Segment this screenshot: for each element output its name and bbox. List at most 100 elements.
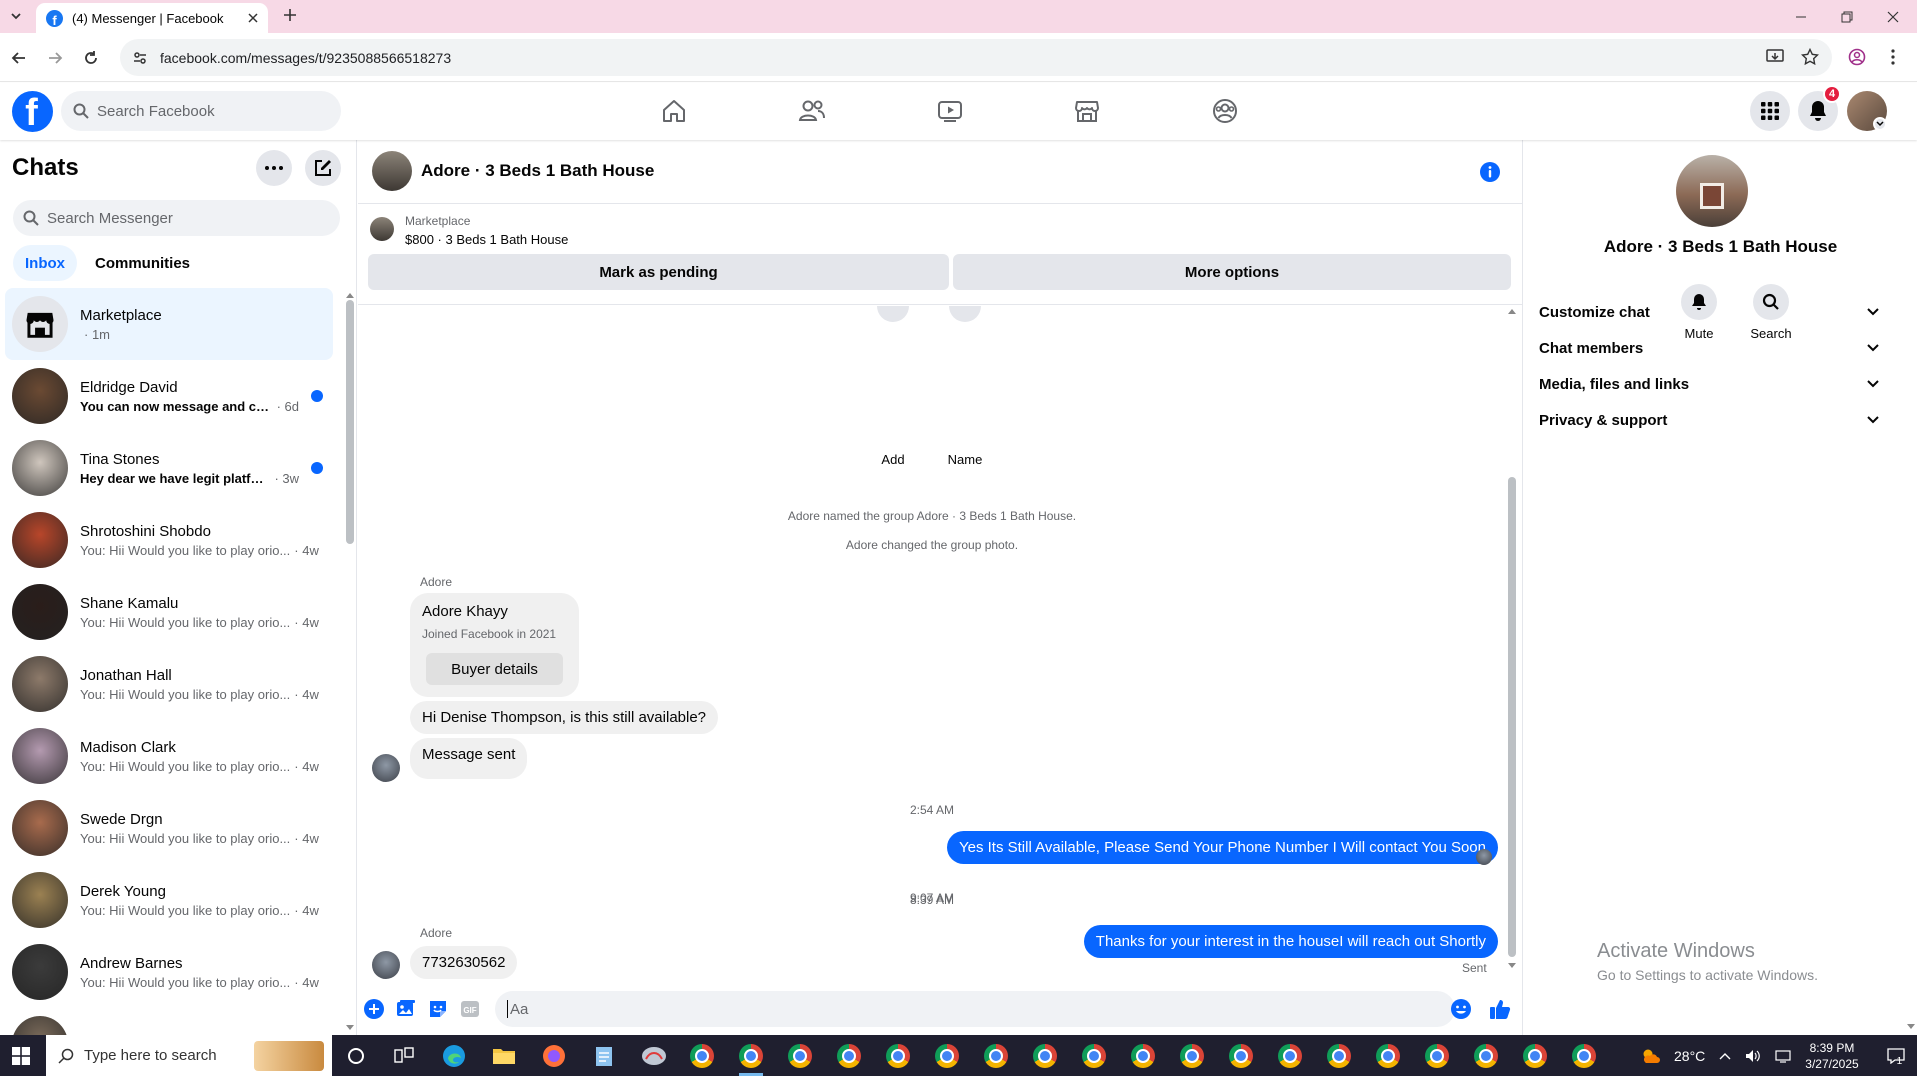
temperature[interactable]: 28°C bbox=[1674, 1048, 1705, 1064]
chrome-icon[interactable] bbox=[780, 1039, 820, 1073]
task-view-multi-icon[interactable] bbox=[384, 1039, 424, 1073]
chrome-icon[interactable] bbox=[1221, 1039, 1261, 1073]
chat-list-item[interactable]: Andrew Barnes You: Hii Would you like to … bbox=[5, 936, 333, 1008]
chat-list-item[interactable]: Madison Clark You: Hii Would you like to … bbox=[5, 720, 333, 792]
listing-title[interactable]: $800 · 3 Beds 1 Bath House bbox=[405, 232, 568, 247]
chrome-icon[interactable] bbox=[682, 1039, 722, 1073]
video-nav-icon[interactable] bbox=[922, 91, 978, 131]
chrome-icon[interactable] bbox=[1319, 1039, 1359, 1073]
weather-icon[interactable] bbox=[1640, 1047, 1660, 1065]
chrome-icon[interactable] bbox=[1417, 1039, 1457, 1073]
file-explorer-icon[interactable] bbox=[484, 1039, 524, 1073]
chrome-icon[interactable] bbox=[1123, 1039, 1163, 1073]
app-icon[interactable] bbox=[634, 1039, 674, 1073]
account-chevron-icon[interactable] bbox=[1873, 117, 1887, 131]
install-app-icon[interactable] bbox=[1766, 49, 1784, 65]
chrome-icon[interactable] bbox=[878, 1039, 918, 1073]
chat-list-item[interactable]: Derek Young You: Hii Would you like to pl… bbox=[5, 864, 333, 936]
taskbar-search-box[interactable]: Type here to search bbox=[46, 1035, 332, 1076]
mark-as-pending-button[interactable]: Mark as pending bbox=[368, 254, 949, 290]
name-group-label[interactable]: Name bbox=[933, 452, 997, 467]
emoji-icon[interactable] bbox=[1450, 998, 1472, 1020]
filter-communities[interactable]: Communities bbox=[83, 245, 202, 281]
profile-icon[interactable] bbox=[1848, 48, 1866, 66]
chat-list-item[interactable]: Jonathan Hall You: Hii Would you like to … bbox=[5, 648, 333, 720]
buyer-details-button[interactable]: Buyer details bbox=[426, 653, 563, 685]
address-bar[interactable]: facebook.com/messages/t/9235088566518273 bbox=[120, 39, 1832, 76]
messenger-search-input[interactable]: Search Messenger bbox=[13, 200, 340, 236]
chrome-icon[interactable] bbox=[829, 1039, 869, 1073]
info-section-chat-members[interactable]: Chat members bbox=[1539, 328, 1889, 368]
edge-icon[interactable] bbox=[434, 1039, 474, 1073]
site-info-icon[interactable] bbox=[132, 50, 148, 66]
attach-photo-icon[interactable] bbox=[396, 999, 416, 1019]
chrome-icon[interactable] bbox=[1172, 1039, 1212, 1073]
message-sent-bubble[interactable]: Message sent bbox=[410, 738, 528, 779]
name-group-icon[interactable] bbox=[949, 306, 981, 322]
chat-options-button[interactable] bbox=[256, 150, 292, 186]
browser-menu-icon[interactable] bbox=[1890, 48, 1896, 66]
info-section-customize-chat[interactable]: Customize chat bbox=[1539, 292, 1889, 332]
incoming-message[interactable]: 7732630562 bbox=[410, 946, 518, 979]
scroll-down-arrow-icon[interactable] bbox=[346, 1025, 354, 1031]
info-section-media-files-and-links[interactable]: Media, files and links bbox=[1539, 364, 1889, 404]
chrome-icon[interactable] bbox=[1025, 1039, 1065, 1073]
incoming-message[interactable]: Hi Denise Thompson, is this still availa… bbox=[410, 701, 719, 734]
thread-scroll-up-icon[interactable] bbox=[1508, 308, 1516, 314]
forward-arrow-icon[interactable] bbox=[38, 41, 72, 75]
more-options-button[interactable]: More options bbox=[953, 254, 1511, 290]
scroll-up-arrow-icon[interactable] bbox=[346, 292, 354, 298]
menu-grid-button[interactable] bbox=[1750, 91, 1790, 131]
chrome-icon[interactable] bbox=[976, 1039, 1016, 1073]
more-actions-plus-icon[interactable] bbox=[364, 999, 384, 1019]
notepad-icon[interactable] bbox=[584, 1039, 624, 1073]
add-people-label[interactable]: Add bbox=[861, 452, 925, 467]
info-section-privacy-support[interactable]: Privacy & support bbox=[1539, 400, 1889, 440]
thread-scrollbar[interactable] bbox=[1508, 477, 1516, 957]
sticker-icon[interactable] bbox=[428, 999, 448, 1019]
tab-search-chevron-icon[interactable] bbox=[8, 8, 24, 24]
filter-inbox[interactable]: Inbox bbox=[13, 245, 77, 281]
thread-scroll-down-icon[interactable] bbox=[1508, 963, 1516, 969]
group-avatar[interactable] bbox=[372, 151, 412, 191]
action-center-icon[interactable]: 1 bbox=[1887, 1047, 1905, 1067]
chrome-icon[interactable] bbox=[1270, 1039, 1310, 1073]
chat-list-item[interactable]: Shane Kamalu You: Hii Would you like to p… bbox=[5, 576, 333, 648]
outgoing-message[interactable]: Yes Its Still Available, Please Send You… bbox=[946, 831, 1498, 864]
browser-tab-messenger[interactable]: f (4) Messenger | Facebook bbox=[36, 3, 268, 33]
like-thumbs-up-icon[interactable] bbox=[1488, 997, 1512, 1021]
chrome-icon[interactable] bbox=[1466, 1039, 1506, 1073]
chat-list-item[interactable]: Marketplace · 1m bbox=[5, 288, 333, 360]
show-hidden-icons-chevron-icon[interactable] bbox=[1719, 1052, 1731, 1060]
message-input[interactable]: Aa bbox=[495, 991, 1455, 1027]
new-tab-plus-icon[interactable] bbox=[282, 7, 298, 23]
marketplace-nav-icon[interactable] bbox=[1059, 91, 1115, 131]
chat-list-scrollbar[interactable] bbox=[346, 300, 354, 544]
gif-icon[interactable]: GIF bbox=[460, 999, 480, 1019]
chat-list-item[interactable]: Shrotoshini Shobdo You: Hii Would you lik… bbox=[5, 504, 333, 576]
chrome-icon[interactable] bbox=[731, 1039, 771, 1076]
facebook-search-input[interactable]: Search Facebook bbox=[61, 91, 341, 131]
groups-nav-icon[interactable] bbox=[1197, 91, 1253, 131]
task-view-icon[interactable] bbox=[336, 1039, 376, 1073]
new-message-button[interactable] bbox=[305, 150, 341, 186]
volume-icon[interactable] bbox=[1745, 1049, 1761, 1063]
chat-list-item[interactable]: Tina Stones Hey dear we have legit platfo… bbox=[5, 432, 333, 504]
info-group-avatar[interactable] bbox=[1676, 155, 1748, 227]
chrome-icon[interactable] bbox=[1564, 1039, 1604, 1073]
chat-list-item[interactable]: ChickenWho ChickenBaby bbox=[5, 1008, 333, 1035]
listing-thumbnail[interactable] bbox=[370, 217, 394, 241]
tab-close-icon[interactable] bbox=[248, 13, 258, 23]
chrome-icon[interactable] bbox=[1515, 1039, 1555, 1073]
restore-window-icon[interactable] bbox=[1824, 0, 1870, 33]
sender-avatar[interactable] bbox=[372, 754, 400, 782]
firefox-icon[interactable] bbox=[534, 1039, 574, 1073]
minimize-window-icon[interactable] bbox=[1778, 0, 1824, 33]
chat-list-item[interactable]: Eldridge David You can now message and ca… bbox=[5, 360, 333, 432]
outgoing-message[interactable]: Thanks for your interest in the houseI w… bbox=[1083, 925, 1498, 958]
conversation-title[interactable]: Adore · 3 Beds 1 Bath House bbox=[421, 161, 654, 181]
facebook-logo-icon[interactable]: f bbox=[12, 91, 53, 132]
reload-icon[interactable] bbox=[74, 41, 108, 75]
chrome-icon[interactable] bbox=[927, 1039, 967, 1073]
conversation-info-icon[interactable] bbox=[1479, 161, 1501, 183]
